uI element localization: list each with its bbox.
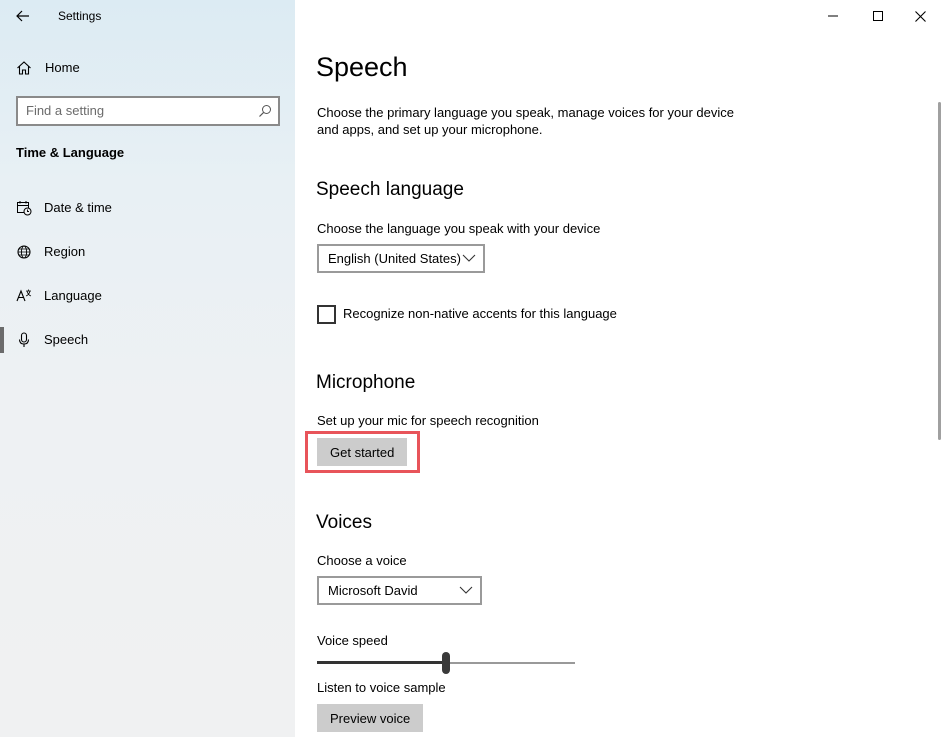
main-content: Speech Choose the primary language you s…: [295, 0, 943, 737]
title-bar: Settings: [0, 0, 295, 32]
speech-language-prompt: Choose the language you speak with your …: [317, 221, 601, 236]
sidebar-item-label: Speech: [44, 332, 89, 347]
sidebar-item-label: Language: [44, 288, 102, 303]
slider-fill: [317, 661, 446, 664]
back-button[interactable]: [8, 4, 38, 28]
back-arrow-icon: [16, 10, 29, 22]
microphone-icon: [18, 332, 30, 347]
microphone-prompt: Set up your mic for speech recognition: [317, 413, 539, 428]
sidebar-item-date-time[interactable]: Date & time: [0, 190, 295, 226]
dropdown-value: English (United States): [328, 251, 461, 266]
speech-language-heading: Speech language: [316, 179, 464, 200]
chevron-down-icon: [462, 254, 476, 262]
active-indicator: [0, 327, 4, 353]
dropdown-value: Microsoft David: [328, 583, 418, 598]
scrollbar[interactable]: [938, 102, 941, 440]
chevron-down-icon: [459, 586, 473, 594]
speech-language-dropdown[interactable]: English (United States): [317, 244, 485, 273]
get-started-button[interactable]: Get started: [317, 438, 408, 466]
page-title: Speech: [316, 52, 408, 82]
sidebar-item-label: Date & time: [44, 200, 112, 215]
sidebar-item-speech[interactable]: Speech: [0, 322, 295, 358]
language-icon: [16, 289, 32, 302]
voices-heading: Voices: [316, 512, 372, 533]
sidebar-item-region[interactable]: Region: [0, 234, 295, 270]
search-input[interactable]: Find a setting: [16, 96, 280, 126]
voice-speed-label: Voice speed: [317, 633, 388, 648]
sidebar-item-label: Region: [44, 244, 86, 259]
section-title: Time & Language: [16, 145, 125, 160]
sidebar-item-home[interactable]: Home: [0, 52, 295, 84]
slider-thumb[interactable]: [442, 652, 450, 674]
calendar-clock-icon: [17, 201, 32, 216]
page-description: Choose the primary language you speak, m…: [317, 105, 734, 137]
search-placeholder: Find a setting: [26, 103, 105, 118]
home-icon: [17, 61, 31, 75]
non-native-accents-checkbox[interactable]: [317, 305, 336, 324]
voice-sample-label: Listen to voice sample: [317, 680, 446, 695]
sidebar-home-label: Home: [45, 60, 80, 75]
app-title: Settings: [58, 9, 102, 23]
preview-voice-button[interactable]: Preview voice: [317, 704, 424, 732]
search-icon: [259, 105, 271, 117]
globe-icon: [17, 245, 31, 259]
sidebar-item-language[interactable]: Language: [0, 278, 295, 314]
checkbox-label: Recognize non-native accents for this la…: [343, 306, 617, 321]
voice-prompt: Choose a voice: [317, 553, 407, 568]
microphone-heading: Microphone: [316, 372, 416, 393]
sidebar: Settings Home Find a setting Time & Lang…: [0, 0, 295, 737]
voice-dropdown[interactable]: Microsoft David: [317, 576, 482, 605]
voice-speed-slider[interactable]: [317, 651, 575, 675]
